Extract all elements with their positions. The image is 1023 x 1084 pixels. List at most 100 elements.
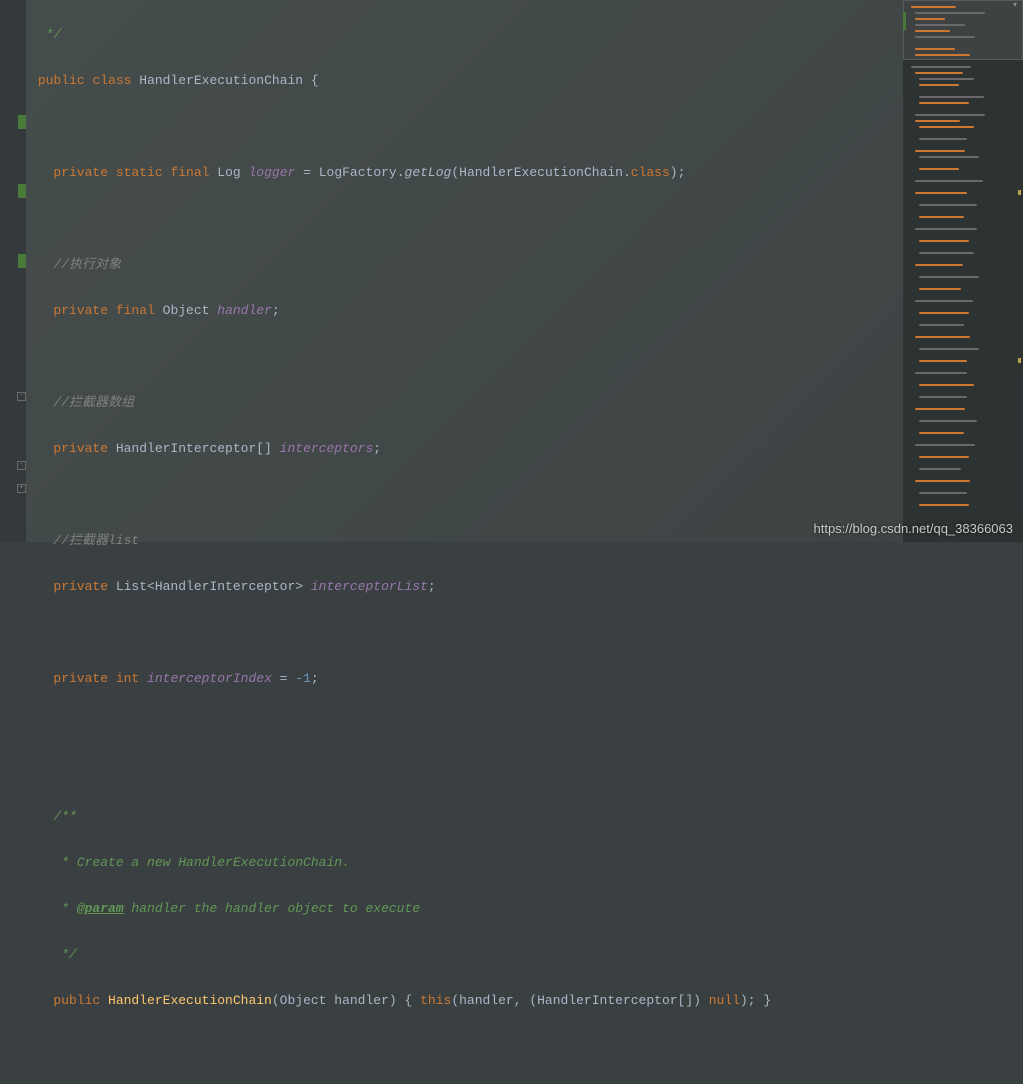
minimap-code-line xyxy=(915,300,973,302)
type-object: Object xyxy=(163,303,210,318)
minimap-code-line xyxy=(915,114,985,116)
minimap-code-line xyxy=(915,36,975,38)
minimap-code-line xyxy=(919,216,964,218)
assign: = LogFactory. xyxy=(295,165,404,180)
type-interceptor-array: HandlerInterceptor[] xyxy=(116,441,272,456)
minimap-code-line xyxy=(915,12,985,14)
minimap-code-line xyxy=(919,126,974,128)
minimap-code-line xyxy=(919,396,967,398)
minimap-code-line xyxy=(915,150,965,152)
minimap-code-line xyxy=(919,504,969,506)
minimap-code-line xyxy=(915,48,955,50)
minimap-code-line xyxy=(919,456,969,458)
field-handler: handler xyxy=(217,303,272,318)
javadoc-star: * xyxy=(53,901,76,916)
minimap-code-line xyxy=(919,324,964,326)
open-brace: { xyxy=(303,73,319,88)
minimap-code-line xyxy=(919,288,961,290)
field-logger: logger xyxy=(249,165,296,180)
method-getlog: getLog xyxy=(405,165,452,180)
field-interceptor-index: interceptorIndex xyxy=(147,671,272,686)
minimap-code-line xyxy=(919,78,974,80)
minimap-code-line xyxy=(911,66,971,68)
keyword-private: private xyxy=(53,303,108,318)
keyword-class: class xyxy=(92,73,131,88)
minimap-code-line xyxy=(919,312,969,314)
paren: (HandlerExecutionChain. xyxy=(451,165,630,180)
code-minimap[interactable]: ▾ xyxy=(903,0,1023,542)
code-editor: - - + */ public class HandlerExecutionCh… xyxy=(0,0,1023,542)
fold-collapse-icon[interactable]: - xyxy=(17,392,26,401)
fold-expand-icon[interactable]: + xyxy=(17,484,26,493)
minimap-code-line xyxy=(915,264,963,266)
minimap-code-line xyxy=(911,6,956,8)
semicolon: ; xyxy=(311,671,319,686)
javadoc-close: */ xyxy=(53,947,76,962)
minimap-code-line xyxy=(915,480,970,482)
minimap-code-line xyxy=(915,336,970,338)
fold-collapse-icon[interactable]: - xyxy=(17,461,26,470)
constructor-name: HandlerExecutionChain xyxy=(108,993,272,1008)
minimap-code-line xyxy=(915,30,950,32)
keyword-this: this xyxy=(420,993,451,1008)
minimap-code-line xyxy=(919,276,979,278)
minimap-code-line xyxy=(919,420,977,422)
semicolon: ; xyxy=(272,303,280,318)
keyword-class-ref: class xyxy=(631,165,670,180)
minimap-code-line xyxy=(915,120,960,122)
minimap-code-line xyxy=(919,360,967,362)
comment-close: */ xyxy=(38,27,61,42)
minimap-code-line xyxy=(915,18,945,20)
minimap-code-line xyxy=(919,102,969,104)
minimap-warning-marker xyxy=(1018,190,1021,195)
minimap-code-line xyxy=(919,156,979,158)
minimap-code-line xyxy=(919,138,967,140)
minimap-code-line xyxy=(915,24,965,26)
minimap-code-line xyxy=(919,84,959,86)
class-name: HandlerExecutionChain xyxy=(139,73,303,88)
javadoc-open: /** xyxy=(53,809,76,824)
keyword-private: private xyxy=(53,579,108,594)
keyword-public: public xyxy=(38,73,85,88)
field-interceptor-list: interceptorList xyxy=(311,579,428,594)
minimap-warning-marker xyxy=(1018,358,1021,363)
ctor-close: ); } xyxy=(740,993,771,1008)
minimap-code-line xyxy=(915,228,977,230)
gutter-change-mark xyxy=(18,184,26,198)
minimap-code-line xyxy=(915,444,975,446)
gutter-change-mark xyxy=(18,254,26,268)
minimap-code-line xyxy=(919,492,967,494)
keyword-private: private xyxy=(53,671,108,686)
ctor-call: (handler, (HandlerInterceptor[]) xyxy=(451,993,708,1008)
paren-close: ); xyxy=(670,165,686,180)
minimap-code-line xyxy=(919,384,974,386)
minimap-code-line xyxy=(919,348,979,350)
assign: = xyxy=(272,671,295,686)
type-list-interceptor: List<HandlerInterceptor> xyxy=(116,579,303,594)
keyword-private: private xyxy=(53,165,108,180)
number-neg-one: -1 xyxy=(295,671,311,686)
gutter-change-mark xyxy=(18,115,26,129)
minimap-code-line xyxy=(915,192,967,194)
minimap-code-line xyxy=(919,168,959,170)
minimap-code-line xyxy=(915,72,963,74)
comment-interceptor-list: //拦截器list xyxy=(53,533,139,548)
minimap-code-line xyxy=(915,54,970,56)
code-content[interactable]: */ public class HandlerExecutionChain { … xyxy=(26,0,903,542)
minimap-code-line xyxy=(919,252,974,254)
type-log: Log xyxy=(217,165,240,180)
field-interceptors: interceptors xyxy=(280,441,374,456)
minimap-code-line xyxy=(915,408,965,410)
minimap-code-line xyxy=(919,96,984,98)
comment-exec-object: //执行对象 xyxy=(53,257,121,272)
javadoc-desc: * Create a new HandlerExecutionChain. xyxy=(53,855,349,870)
keyword-null: null xyxy=(709,993,740,1008)
minimap-code-line xyxy=(919,204,977,206)
semicolon: ; xyxy=(428,579,436,594)
keyword-public: public xyxy=(53,993,100,1008)
editor-gutter[interactable]: - - + xyxy=(0,0,26,542)
keyword-final: final xyxy=(170,165,209,180)
comment-interceptor-array: //拦截器数组 xyxy=(53,395,134,410)
minimap-code-line xyxy=(919,432,964,434)
ctor-params: (Object handler) { xyxy=(272,993,420,1008)
